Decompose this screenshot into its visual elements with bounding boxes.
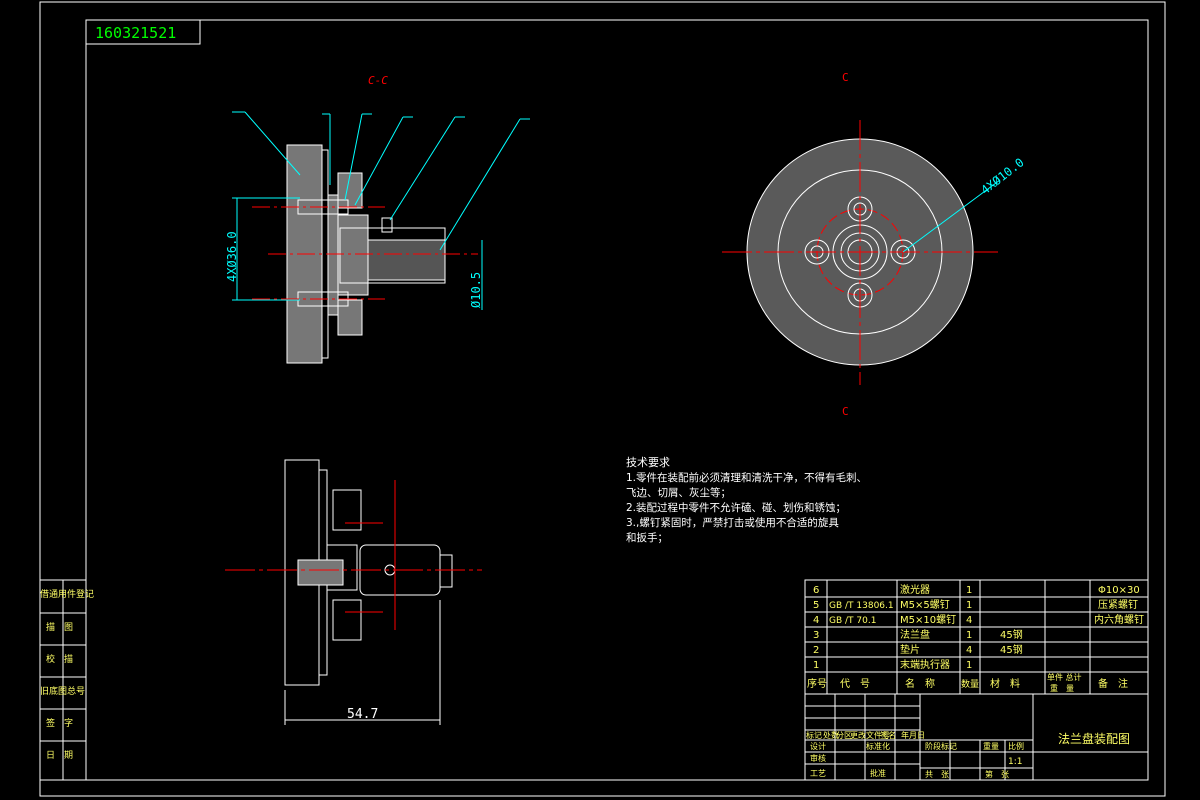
- bom-material: 45钢: [1000, 628, 1023, 641]
- bom-code: GB /T 70.1: [829, 616, 876, 626]
- section-view: C-C 4XØ36.0 Ø10.5: [225, 74, 530, 364]
- drawing-id: 160321521: [95, 24, 176, 42]
- bom-header-no: 序号: [807, 677, 827, 690]
- tech-title: 技术要求: [626, 456, 670, 469]
- bom-header-qty: 数量: [961, 678, 979, 690]
- tb-stage-mark: 阶段标记: [925, 741, 957, 751]
- bom-no: 3: [813, 630, 819, 641]
- strip-item: 旧底图总号: [40, 685, 85, 697]
- bom-note: 压紧螺钉: [1098, 599, 1138, 611]
- bom-no: 4: [813, 615, 819, 626]
- shaft-diameter-dimension: Ø10.5: [469, 272, 483, 308]
- bom-header-weight: 重 量: [1050, 683, 1074, 693]
- left-strip: 借通用件登记 描 图 校 描 旧底图总号 签 字 日 期: [39, 579, 94, 781]
- bom-name: 末端执行器: [900, 658, 950, 671]
- title-block-text: 标记 处数 分区 更改文件号 签名 年月日 设计 标准化 审核 工艺 批准 阶段…: [806, 730, 1130, 779]
- tech-line: 1.零件在装配前必须清理和清洗干净，不得有毛刺、: [626, 471, 867, 484]
- tech-line: 飞边、切屑、灰尘等；: [626, 486, 731, 499]
- bom-header-name: 名 称: [905, 677, 935, 690]
- tech-requirements: 技术要求 1.零件在装配前必须清理和清洗干净，不得有毛刺、 飞边、切屑、灰尘等；…: [626, 456, 867, 544]
- bom-no: 1: [813, 660, 819, 671]
- tech-line: 和扳手；: [626, 531, 668, 544]
- hole-note-dimension: 4XØ10.0: [978, 155, 1026, 197]
- tb-process: 工艺: [810, 769, 826, 778]
- bom-qty: 4: [966, 615, 972, 626]
- tb-sign: 签名: [880, 730, 896, 740]
- bom-no: 6: [813, 585, 819, 596]
- strip-item: 签 字: [46, 717, 73, 729]
- bom-name: 激光器: [900, 583, 930, 596]
- bom-material: 45钢: [1000, 643, 1023, 656]
- bom-code: GB /T 13806.1: [829, 601, 894, 611]
- end-view: C C 4XØ10.0: [722, 71, 1027, 418]
- tb-ratio: 比例: [1008, 741, 1024, 751]
- tb-design: 设计: [810, 741, 826, 751]
- tb-weight: 重量: [983, 741, 999, 751]
- strip-item: 日 期: [46, 750, 73, 761]
- tb-standardize: 标准化: [866, 741, 890, 751]
- bom-name: M5×10螺钉: [900, 614, 956, 626]
- bom-no: 2: [813, 645, 819, 656]
- section-mark-top: C: [842, 71, 849, 84]
- bom-name: 法兰盘: [900, 628, 930, 641]
- cad-drawing: 160321521 C-C 4XØ36.0 Ø10.5 C C 4XØ10.0 …: [39, 1, 1166, 797]
- tb-approve: 批准: [870, 768, 886, 778]
- length-dimension: 54.7: [347, 707, 378, 722]
- bom-note: Φ10×30: [1098, 585, 1140, 596]
- bom-header-unit-weight: 单件 总计: [1047, 672, 1082, 682]
- inner-border: [85, 19, 1149, 781]
- tb-sheet: 第 张: [985, 769, 1009, 779]
- bom-qty: 1: [966, 600, 972, 611]
- tb-review: 审核: [810, 753, 826, 763]
- bom-name: 垫片: [900, 643, 920, 656]
- bom-header-code: 代 号: [840, 678, 870, 690]
- bom-table: [804, 579, 1149, 695]
- bom-qty: 1: [966, 630, 972, 641]
- outer-border: [39, 1, 1166, 797]
- front-view: 54.7: [225, 459, 482, 725]
- bom-header-note: 备 注: [1098, 677, 1128, 690]
- strip-item: 校 描: [46, 653, 73, 665]
- bom-no: 5: [813, 600, 819, 611]
- strip-item: 描 图: [46, 621, 73, 633]
- tb-date: 年月日: [901, 730, 925, 740]
- tb-sheets: 共 张: [925, 770, 949, 779]
- section-label: C-C: [368, 74, 388, 87]
- bolt-circle-dimension: 4XØ36.0: [225, 231, 239, 282]
- bom-header-material: 材 料: [990, 677, 1020, 690]
- tech-line: 2.装配过程中零件不允许磕、碰、划伤和锈蚀；: [626, 501, 846, 514]
- tb-scale: 1:1: [1008, 757, 1022, 767]
- tb-drawing-name: 法兰盘装配图: [1058, 731, 1130, 746]
- strip-item: 借通用件登记: [40, 588, 94, 600]
- bom-qty: 1: [966, 660, 972, 671]
- bom-name: M5×5螺钉: [900, 599, 950, 611]
- bom-rows: 6 激光器 1 Φ10×30 5 GB /T 13806.1 M5×5螺钉 1 …: [807, 583, 1144, 693]
- section-mark-bottom: C: [842, 405, 849, 418]
- bom-qty: 4: [966, 645, 972, 656]
- bom-note: 内六角螺钉: [1094, 613, 1144, 626]
- tech-line: 3.,螺钉紧固时，严禁打击或使用不合适的旋具: [626, 516, 839, 529]
- tb-mark: 标记: [806, 730, 822, 740]
- bom-qty: 1: [966, 585, 972, 596]
